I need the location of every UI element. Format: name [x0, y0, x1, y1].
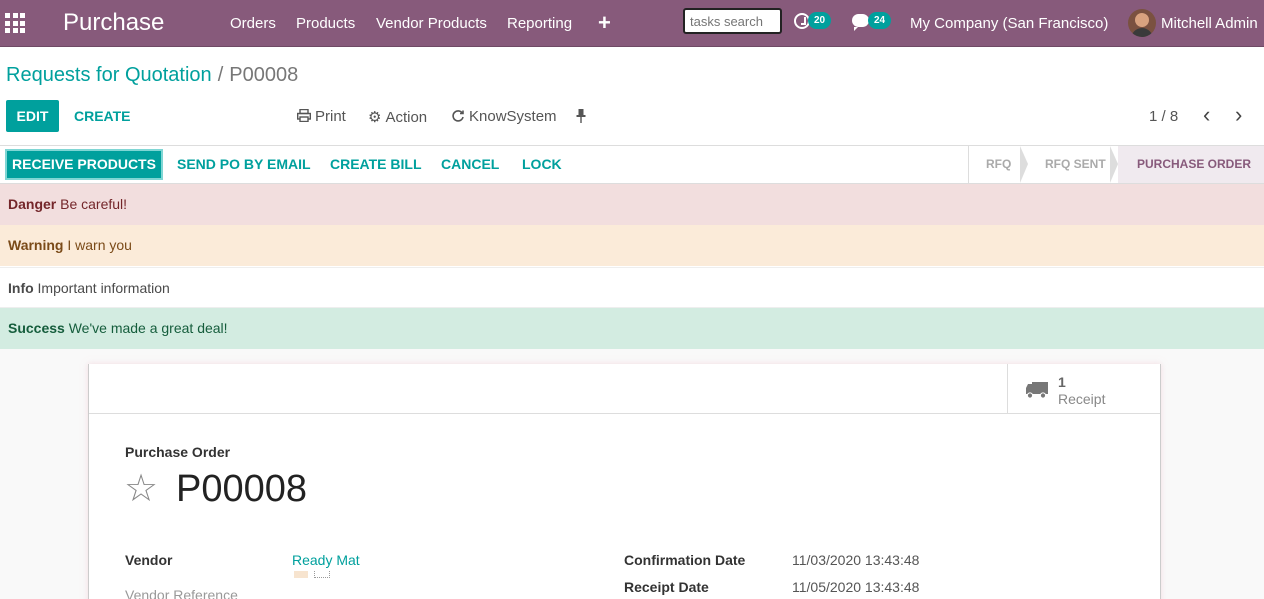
refresh-icon	[452, 110, 464, 122]
stage-rfq-sent[interactable]: RFQ SENT	[1045, 146, 1106, 183]
receipt-label: Receipt	[1058, 391, 1106, 407]
pager-previous-icon[interactable]: ‹	[1203, 104, 1210, 126]
activity-count-badge: 20	[808, 12, 831, 29]
receipt-count: 1	[1058, 374, 1066, 390]
alert-info: Info Important information	[0, 267, 1264, 308]
add-menu-icon[interactable]: +	[598, 10, 611, 36]
pin-icon[interactable]	[576, 109, 586, 123]
vendor-reference-label: Vendor Reference	[125, 587, 238, 599]
alert-title: Danger	[8, 196, 57, 212]
app-brand[interactable]: Purchase	[63, 9, 164, 37]
top-navbar: Purchase Orders Products Vendor Products…	[0, 0, 1264, 47]
alert-success: Success We've made a great deal!	[0, 308, 1264, 349]
print-label: Print	[315, 108, 346, 125]
cancel-button[interactable]: CANCEL	[441, 156, 499, 172]
alert-text: I warn you	[67, 237, 132, 253]
user-menu[interactable]: Mitchell Admin	[1161, 15, 1258, 32]
truck-icon	[1026, 382, 1048, 399]
lock-button[interactable]: LOCK	[522, 156, 562, 172]
vendor-widget-icon	[294, 571, 334, 579]
messages-count-badge: 24	[868, 12, 891, 29]
company-switcher[interactable]: My Company (San Francisco)	[910, 15, 1108, 32]
print-icon	[297, 109, 311, 122]
alert-danger: Danger Be careful!	[0, 184, 1264, 225]
statusbar: RECEIVE PRODUCTS SEND PO BY EMAIL CREATE…	[0, 145, 1264, 184]
pager-value[interactable]: 1 / 8	[1149, 108, 1178, 125]
stage-rfq[interactable]: RFQ	[986, 146, 1011, 183]
create-bill-button[interactable]: CREATE BILL	[330, 156, 422, 172]
breadcrumb-separator: /	[217, 64, 224, 86]
messages-chat-icon[interactable]	[852, 14, 869, 31]
menu-orders[interactable]: Orders	[230, 15, 276, 32]
vendor-link[interactable]: Ready Mat	[292, 552, 360, 568]
send-po-by-email-button[interactable]: SEND PO BY EMAIL	[177, 156, 311, 172]
alert-text: Be careful!	[60, 196, 128, 212]
priority-star-icon[interactable]: ☆	[124, 470, 158, 508]
knowsystem-dropdown[interactable]: KnowSystem	[451, 108, 557, 125]
button-box-divider	[89, 413, 1160, 414]
receipt-smart-button[interactable]: 1 Receipt	[1007, 364, 1160, 413]
title-label: Purchase Order	[125, 444, 231, 460]
action-dropdown[interactable]: ⚙ Action	[368, 108, 427, 126]
alert-warning: Warning I warn you	[0, 225, 1264, 266]
confirmation-date-label: Confirmation Date	[624, 552, 746, 568]
breadcrumb-parent-link[interactable]: Requests for Quotation	[6, 64, 212, 86]
alert-title: Warning	[8, 237, 64, 253]
apps-menu-icon[interactable]	[5, 13, 27, 33]
alert-title: Success	[8, 320, 65, 336]
vendor-label: Vendor	[125, 552, 173, 568]
breadcrumb-current: P00008	[229, 64, 299, 86]
receipt-date-label: Receipt Date	[624, 579, 709, 595]
menu-reporting[interactable]: Reporting	[507, 15, 572, 32]
menu-vendor-products[interactable]: Vendor Products	[376, 15, 487, 32]
alert-title: Info	[8, 280, 34, 296]
stage-divider	[968, 146, 969, 183]
receive-products-button[interactable]: RECEIVE PRODUCTS	[5, 149, 163, 180]
stage-purchase-order[interactable]: PURCHASE ORDER	[1118, 146, 1264, 183]
gear-icon: ⚙	[368, 109, 382, 126]
user-avatar[interactable]	[1128, 9, 1156, 37]
print-dropdown[interactable]: Print	[297, 108, 346, 125]
create-button[interactable]: CREATE	[74, 108, 131, 124]
stage-arrow	[1020, 146, 1028, 183]
knowsystem-label: KnowSystem	[469, 108, 557, 125]
alert-text: We've made a great deal!	[68, 320, 228, 336]
menu-products[interactable]: Products	[296, 15, 355, 32]
receipt-date-value: 11/05/2020 13:43:48	[792, 579, 920, 595]
edit-button[interactable]: EDIT	[6, 100, 59, 132]
breadcrumb: Requests for Quotation / P00008	[6, 64, 298, 87]
pager-next-icon[interactable]: ›	[1235, 104, 1242, 126]
tasks-search-input[interactable]	[683, 8, 782, 34]
form-sheet: 1 Receipt Purchase Order ☆ P00008 Vendor…	[88, 364, 1161, 599]
action-label: Action	[385, 109, 428, 126]
po-name: P00008	[176, 468, 308, 510]
alert-text: Important information	[37, 280, 170, 296]
stage-arrow	[1110, 146, 1118, 183]
confirmation-date-value: 11/03/2020 13:43:48	[792, 552, 920, 568]
